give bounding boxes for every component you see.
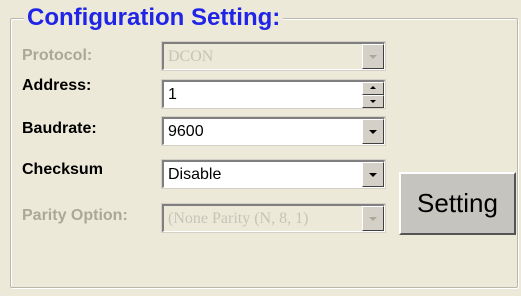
parity-option-label: Parity Option:: [22, 207, 128, 224]
chevron-down-icon: [369, 217, 377, 221]
parity-option-dropdown: (None Parity (N, 8, 1): [162, 204, 385, 232]
checksum-label: Checksum: [22, 161, 103, 178]
baudrate-dropdown[interactable]: 9600: [162, 117, 385, 145]
address-label: Address:: [22, 77, 92, 94]
parity-option-value: (None Parity (N, 8, 1): [168, 210, 309, 227]
configuration-panel: Configuration Setting: Protocol: DCON Ad…: [0, 0, 521, 296]
address-decrement-button[interactable]: [362, 95, 384, 108]
chevron-down-icon: [369, 130, 377, 134]
parity-option-dropdown-button: [362, 206, 384, 231]
baudrate-value: 9600: [168, 123, 204, 140]
protocol-dropdown: DCON: [162, 42, 385, 70]
address-spin-buttons: [362, 82, 384, 108]
arrow-down-icon: [370, 100, 376, 103]
address-spinbox[interactable]: 1: [162, 80, 385, 108]
protocol-label: Protocol:: [22, 47, 93, 64]
baudrate-label: Baudrate:: [22, 120, 97, 137]
chevron-down-icon: [369, 173, 377, 177]
setting-button[interactable]: Setting: [399, 172, 516, 235]
arrow-up-icon: [370, 86, 376, 89]
groupbox-title: Configuration Setting:: [24, 4, 284, 32]
protocol-dropdown-button: [362, 44, 384, 69]
chevron-down-icon: [369, 55, 377, 59]
baudrate-dropdown-button[interactable]: [362, 119, 384, 144]
checksum-value: Disable: [168, 166, 222, 183]
protocol-value: DCON: [168, 48, 214, 65]
address-value[interactable]: 1: [168, 86, 177, 104]
checksum-dropdown-button[interactable]: [362, 162, 384, 187]
checksum-dropdown[interactable]: Disable: [162, 160, 385, 188]
address-increment-button[interactable]: [362, 82, 384, 95]
